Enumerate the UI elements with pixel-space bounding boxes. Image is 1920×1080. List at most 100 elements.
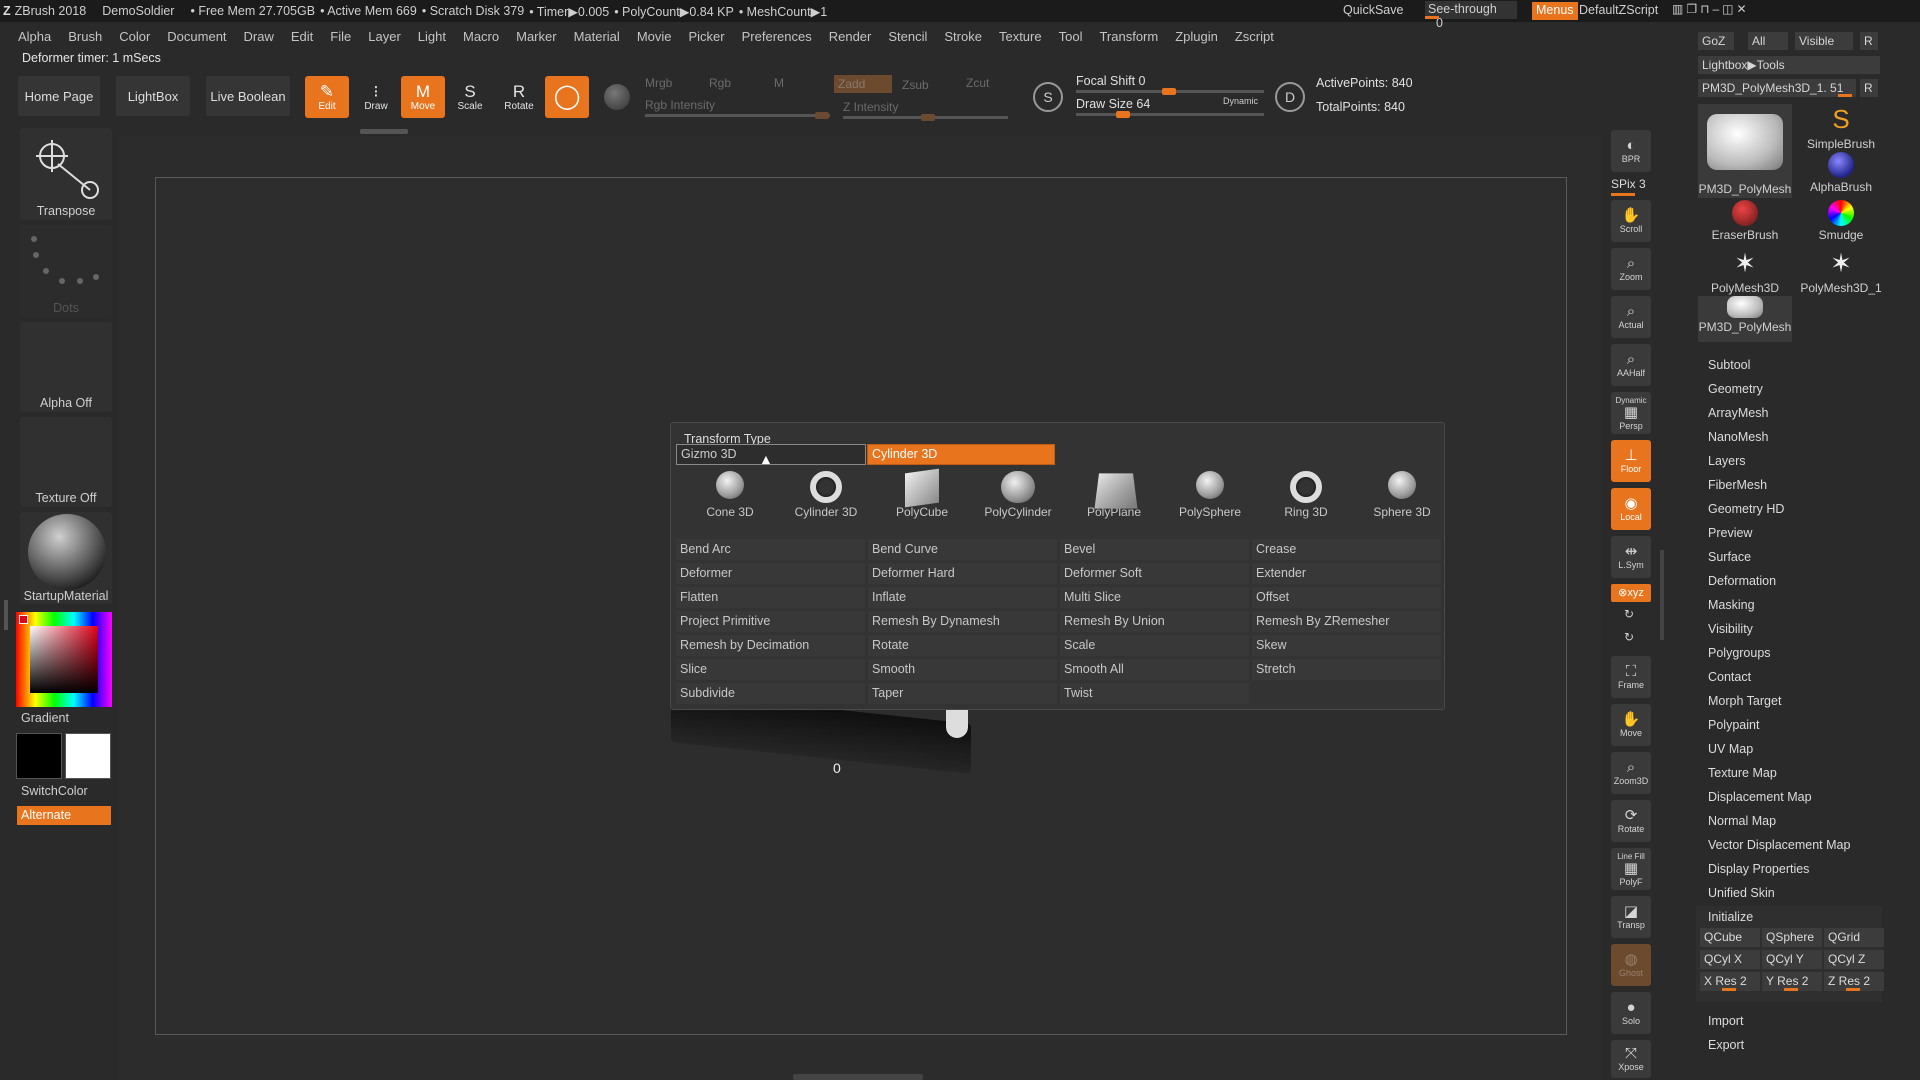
zadd-button[interactable]: Zadd	[834, 75, 892, 93]
tool-menu-geometry[interactable]: Geometry	[1708, 382, 1763, 396]
action-bevel[interactable]: Bevel	[1060, 539, 1249, 560]
right-collapse-handle[interactable]	[1660, 550, 1664, 640]
tool-menu-unified-skin[interactable]: Unified Skin	[1708, 886, 1775, 900]
tool-menu-preview[interactable]: Preview	[1708, 526, 1752, 540]
action-remesh-by-zremesher[interactable]: Remesh By ZRemesher	[1252, 611, 1441, 632]
spix-slider[interactable]	[1611, 193, 1635, 196]
action-project-primitive[interactable]: Project Primitive	[676, 611, 865, 632]
rotate-button[interactable]: R Rotate	[497, 76, 541, 118]
menu-edit[interactable]: Edit	[291, 29, 313, 44]
menu-document[interactable]: Document	[167, 29, 226, 44]
move-button[interactable]: M Move	[401, 76, 445, 118]
left-collapse-handle[interactable]	[4, 600, 8, 630]
frame-button[interactable]: ⛶ Frame	[1611, 656, 1651, 698]
tool-menu-surface[interactable]: Surface	[1708, 550, 1751, 564]
init-x-res-2[interactable]: X Res 2	[1700, 972, 1760, 991]
init-qsphere[interactable]: QSphere	[1762, 928, 1822, 947]
lock-icon[interactable]: ⊓	[1700, 2, 1712, 16]
home-page-button[interactable]: Home Page	[18, 76, 100, 116]
secondary-color-swatch[interactable]	[65, 733, 111, 779]
action-multi-slice[interactable]: Multi Slice	[1060, 587, 1249, 608]
top-scroll-handle[interactable]	[360, 129, 408, 134]
tool-pm3d-polymesh[interactable]: PM3D_PolyMesh	[1698, 104, 1792, 198]
xpose-button[interactable]: ⤧ Xpose	[1611, 1040, 1651, 1078]
rgb-intensity-slider[interactable]	[645, 112, 830, 119]
tool-menu-polypaint[interactable]: Polypaint	[1708, 718, 1759, 732]
action-twist[interactable]: Twist	[1060, 683, 1249, 704]
zoom3d-button[interactable]: ⌕ Zoom3D	[1611, 752, 1651, 794]
focal-shift-slider[interactable]	[1076, 88, 1264, 95]
spix-label[interactable]: SPix 3	[1611, 177, 1646, 191]
menu-file[interactable]: File	[330, 29, 351, 44]
action-subdivide[interactable]: Subdivide	[676, 683, 865, 704]
layout-icon[interactable]: ▥	[1672, 2, 1686, 16]
draw-size-icon[interactable]: D	[1275, 82, 1305, 112]
lightbox-button[interactable]: LightBox	[116, 76, 190, 116]
primitive-ring-3d[interactable]: Ring 3D	[1251, 467, 1361, 525]
tool-menu-nanomesh[interactable]: NanoMesh	[1708, 430, 1768, 444]
menu-tool[interactable]: Tool	[1059, 29, 1083, 44]
primitive-polysphere[interactable]: PolySphere	[1155, 467, 1265, 525]
move-view-button[interactable]: ✋ Move	[1611, 704, 1651, 746]
init-qcyl-z[interactable]: QCyl Z	[1824, 950, 1884, 969]
tool-pm3d-polymesh[interactable]: PM3D_PolyMesh	[1698, 296, 1792, 342]
menu-transform[interactable]: Transform	[1099, 29, 1158, 44]
bpr-button[interactable]: ◐ BPR	[1611, 130, 1651, 172]
rotate-z-icon[interactable]: ↻	[1624, 630, 1634, 644]
tool-polymesh3d-1[interactable]: ✶ PolyMesh3D_1	[1794, 248, 1888, 295]
color-picker[interactable]	[16, 612, 112, 707]
aahalf-button[interactable]: ⌕ AAHalf	[1611, 344, 1651, 386]
visible-button[interactable]: Visible	[1795, 32, 1853, 50]
primitive-polycube[interactable]: PolyCube	[867, 467, 977, 525]
tool-menu-texture-map[interactable]: Texture Map	[1708, 766, 1777, 780]
menu-stencil[interactable]: Stencil	[888, 29, 927, 44]
draw-button[interactable]: ⁝ Draw	[354, 76, 398, 118]
menu-macro[interactable]: Macro	[463, 29, 499, 44]
tool-menu-displacement-map[interactable]: Displacement Map	[1708, 790, 1812, 804]
tool-simplebrush[interactable]: S SimpleBrush	[1794, 104, 1888, 151]
gradient-label[interactable]: Gradient	[21, 711, 69, 725]
menu-draw[interactable]: Draw	[244, 29, 274, 44]
scroll-button[interactable]: ✋ Scroll	[1611, 200, 1651, 242]
menu-texture[interactable]: Texture	[999, 29, 1042, 44]
live-boolean-button[interactable]: Live Boolean	[206, 76, 290, 116]
action-inflate[interactable]: Inflate	[868, 587, 1057, 608]
tool-menu-polygroups[interactable]: Polygroups	[1708, 646, 1771, 660]
goz-button[interactable]: GoZ	[1698, 32, 1734, 50]
scale-button[interactable]: S Scale	[448, 76, 492, 118]
close-icon[interactable]: ✕	[1737, 2, 1750, 16]
zoom-button[interactable]: ⌕ Zoom	[1611, 248, 1651, 290]
action-deformer-soft[interactable]: Deformer Soft	[1060, 563, 1249, 584]
tool-polymesh3d[interactable]: ✶ PolyMesh3D	[1698, 248, 1792, 295]
menu-brush[interactable]: Brush	[68, 29, 102, 44]
action-skew[interactable]: Skew	[1252, 635, 1441, 656]
alternate-button[interactable]: Alternate	[17, 806, 111, 825]
menu-render[interactable]: Render	[829, 29, 872, 44]
default-zscript-button[interactable]: DefaultZScript	[1579, 3, 1658, 17]
mrgb-button[interactable]: Mrgb	[645, 76, 672, 90]
local-button[interactable]: ◉ Local	[1611, 488, 1651, 530]
menu-marker[interactable]: Marker	[516, 29, 556, 44]
tool-menu-contact[interactable]: Contact	[1708, 670, 1751, 684]
xyz-symmetry-button[interactable]: ⊗xyz	[1611, 584, 1651, 602]
lsym-button[interactable]: ⇹ L.Sym	[1611, 536, 1651, 578]
z-intensity-slider[interactable]	[843, 114, 1008, 121]
init-qgrid[interactable]: QGrid	[1824, 928, 1884, 947]
rotate-y-icon[interactable]: ↻	[1624, 607, 1634, 621]
tool-menu-morph-target[interactable]: Morph Target	[1708, 694, 1781, 708]
action-rotate[interactable]: Rotate	[868, 635, 1057, 656]
action-smooth[interactable]: Smooth	[868, 659, 1057, 680]
r-button[interactable]: R	[1860, 32, 1878, 50]
switch-color-button[interactable]: SwitchColor	[21, 784, 88, 798]
minimize-icon[interactable]: –	[1712, 2, 1722, 16]
action-stretch[interactable]: Stretch	[1252, 659, 1441, 680]
action-remesh-by-union[interactable]: Remesh By Union	[1060, 611, 1249, 632]
menus-toggle[interactable]: Menus	[1532, 2, 1578, 20]
rotate-view-button[interactable]: ⟳ Rotate	[1611, 800, 1651, 842]
init-qcyl-y[interactable]: QCyl Y	[1762, 950, 1822, 969]
actual-button[interactable]: ⌕ Actual	[1611, 296, 1651, 338]
tool-menu-fibermesh[interactable]: FiberMesh	[1708, 478, 1767, 492]
primitive-sphere-3d[interactable]: Sphere 3D	[1347, 467, 1457, 525]
polyf-button[interactable]: Line Fill ▦ PolyF	[1611, 848, 1651, 890]
tool-menu-geometry-hd[interactable]: Geometry HD	[1708, 502, 1784, 516]
